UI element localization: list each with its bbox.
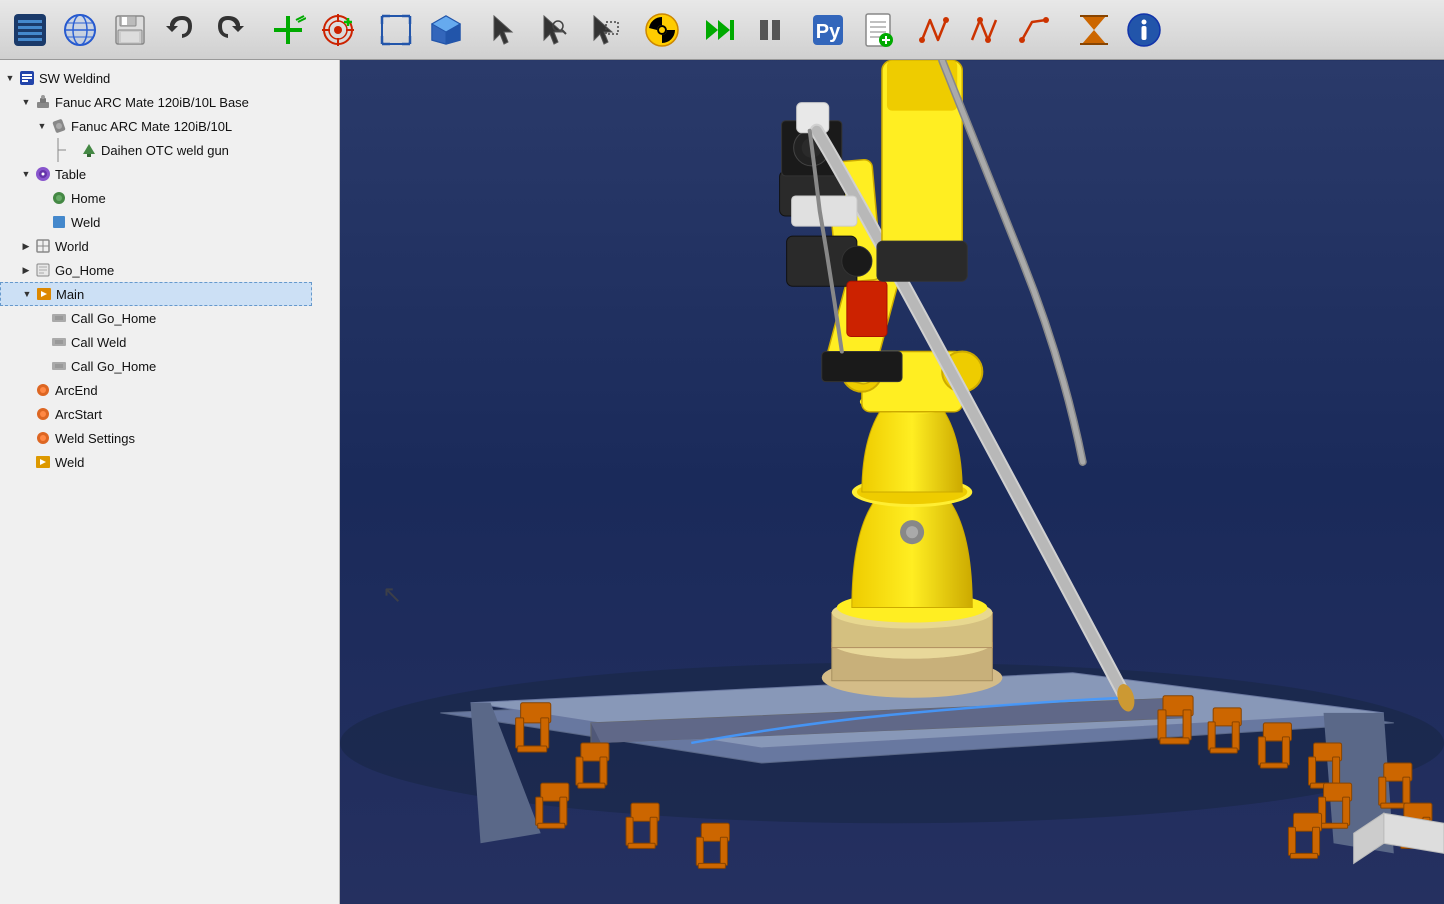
viewport[interactable]: ↖ — [340, 60, 1444, 904]
tree-arrow-table[interactable]: ▼ — [18, 166, 34, 182]
tree-item-fanuc-arm[interactable]: ▼ Fanuc ARC Mate 120iB/10L — [0, 114, 339, 138]
go-home-icon — [34, 261, 52, 279]
info-button[interactable] — [1120, 6, 1168, 54]
robot-scene: ↖ — [340, 60, 1444, 904]
svg-text:↖: ↖ — [382, 581, 402, 608]
select2-button[interactable] — [530, 6, 578, 54]
path2-button[interactable] — [962, 6, 1010, 54]
redo-button[interactable] — [206, 6, 254, 54]
hazard-button[interactable] — [638, 6, 686, 54]
tree-arrow-weld-settings — [18, 430, 34, 446]
arc-start-icon — [34, 405, 52, 423]
weld-settings-label: Weld Settings — [55, 431, 135, 446]
fit-button[interactable] — [372, 6, 420, 54]
tree-arrow-fanuc-base[interactable]: ▼ — [18, 94, 34, 110]
tree-item-weld-program[interactable]: Weld — [0, 450, 339, 474]
tree-item-arc-start[interactable]: ArcStart — [0, 402, 339, 426]
tree-arrow-sw-weldind[interactable]: ▼ — [2, 70, 18, 86]
fanuc-base-icon — [34, 93, 52, 111]
call-weld-label: Call Weld — [71, 335, 126, 350]
home-icon — [50, 189, 68, 207]
fastforward-button[interactable] — [696, 6, 744, 54]
timer-button[interactable] — [1070, 6, 1118, 54]
tree-arrow-call-1 — [34, 310, 50, 326]
tree-arrow-home — [34, 190, 50, 206]
app-icon-button — [6, 6, 54, 54]
go-home-label: Go_Home — [55, 263, 114, 278]
tree-item-table[interactable]: ▼ Table — [0, 162, 339, 186]
tree-item-fanuc-base[interactable]: ▼ Fanuc ARC Mate 120iB/10L Base — [0, 90, 339, 114]
python-button[interactable]: Py — [804, 6, 852, 54]
world-icon — [34, 237, 52, 255]
tree-item-arc-end[interactable]: ArcEnd — [0, 378, 339, 402]
tree-arrow-arc-start — [18, 406, 34, 422]
save-button[interactable] — [106, 6, 154, 54]
tree-item-weld-settings[interactable]: Weld Settings — [0, 426, 339, 450]
sw-weldind-label: SW Weldind — [39, 71, 110, 86]
tree-item-world[interactable]: ▶ World — [0, 234, 339, 258]
tree-arrow-go-home[interactable]: ▶ — [18, 262, 34, 278]
tree-item-main[interactable]: ▼ Main — [0, 282, 312, 306]
document-button[interactable] — [854, 6, 902, 54]
home-label: Home — [71, 191, 106, 206]
weld-settings-icon — [34, 429, 52, 447]
globe-button[interactable] — [56, 6, 104, 54]
tree-arrow-fanuc-arm[interactable]: ▼ — [34, 118, 50, 134]
tree-item-call-go-home-2[interactable]: Call Go_Home — [0, 354, 339, 378]
fanuc-arm-icon — [50, 117, 68, 135]
weld-program-icon — [34, 453, 52, 471]
call-weld-icon — [50, 333, 68, 351]
sw-weldind-icon — [18, 69, 36, 87]
tree-arrow-world[interactable]: ▶ — [18, 238, 34, 254]
path3-button[interactable] — [1012, 6, 1060, 54]
main-label: Main — [56, 287, 84, 302]
tree-arrow-call-2 — [34, 358, 50, 374]
tree-item-weld-gun[interactable]: Daihen OTC weld gun — [0, 138, 339, 162]
tree-arrow-weld-program — [18, 454, 34, 470]
tree-item-call-go-home-1[interactable]: Call Go_Home — [0, 306, 339, 330]
select3-button[interactable] — [580, 6, 628, 54]
tree-item-call-weld[interactable]: Call Weld — [0, 330, 339, 354]
fanuc-arm-label: Fanuc ARC Mate 120iB/10L — [71, 119, 232, 134]
toolbar: Py — [0, 0, 1444, 60]
weld-gun-icon — [80, 141, 98, 159]
path1-button[interactable] — [912, 6, 960, 54]
undo-button[interactable] — [156, 6, 204, 54]
tree-arrow-main[interactable]: ▼ — [19, 286, 35, 302]
table-label: Table — [55, 167, 86, 182]
tree-arrow-call-weld — [34, 334, 50, 350]
table-icon — [34, 165, 52, 183]
cube-button[interactable] — [422, 6, 470, 54]
arc-end-label: ArcEnd — [55, 383, 98, 398]
target-button[interactable] — [314, 6, 362, 54]
tree-arrow-weld-pos — [34, 214, 50, 230]
call-icon-1 — [50, 309, 68, 327]
weld-pos-icon — [50, 213, 68, 231]
add-button[interactable] — [264, 6, 312, 54]
call-go-home-2-label: Call Go_Home — [71, 359, 156, 374]
left-panel: ▼ SW Weldind ▼ Fanuc ARC Mate 120iB/10L … — [0, 60, 340, 904]
fanuc-base-label: Fanuc ARC Mate 120iB/10L Base — [55, 95, 249, 110]
main-icon — [35, 285, 53, 303]
pause-button[interactable] — [746, 6, 794, 54]
tree-item-weld-pos[interactable]: Weld — [0, 210, 339, 234]
call-icon-2 — [50, 357, 68, 375]
arc-end-icon — [34, 381, 52, 399]
main-area: ▼ SW Weldind ▼ Fanuc ARC Mate 120iB/10L … — [0, 60, 1444, 904]
weld-pos-label: Weld — [71, 215, 100, 230]
weld-gun-label: Daihen OTC weld gun — [101, 143, 229, 158]
weld-program-label: Weld — [55, 455, 84, 470]
tree-arrow-arc-end — [18, 382, 34, 398]
tree-item-go-home[interactable]: ▶ Go_Home — [0, 258, 339, 282]
svg-text:Py: Py — [816, 21, 841, 43]
call-go-home-1-label: Call Go_Home — [71, 311, 156, 326]
arc-start-label: ArcStart — [55, 407, 102, 422]
tree-item-home[interactable]: Home — [0, 186, 339, 210]
world-label: World — [55, 239, 89, 254]
select1-button[interactable] — [480, 6, 528, 54]
tree-item-sw-weldind[interactable]: ▼ SW Weldind — [0, 66, 339, 90]
